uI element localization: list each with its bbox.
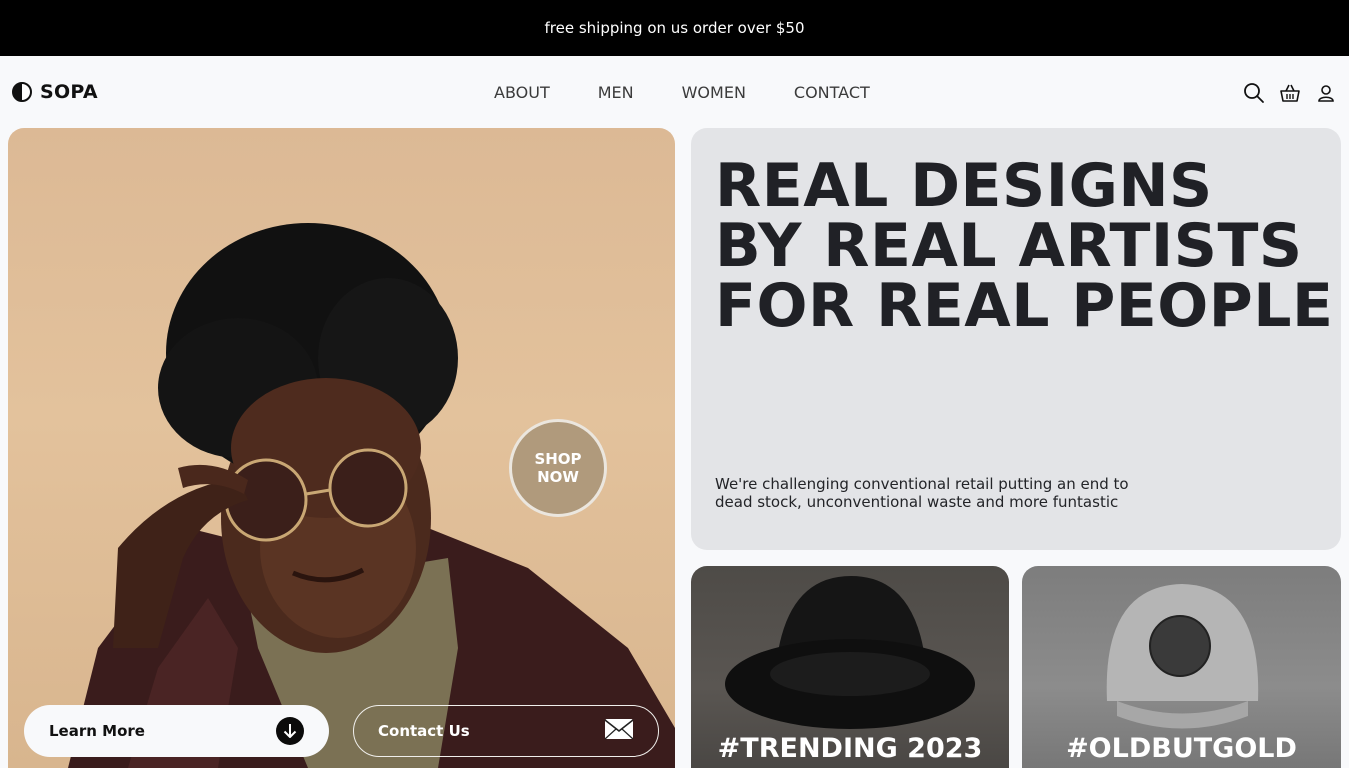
promo-panel: REAL DESIGNS BY REAL ARTISTS FOR REAL PE… bbox=[691, 128, 1341, 550]
contact-us-button[interactable]: Contact Us bbox=[353, 705, 659, 757]
brand-logo[interactable]: SOPA bbox=[12, 81, 98, 103]
main-navbar: SOPA ABOUT MEN WOMEN CONTACT bbox=[0, 56, 1349, 128]
announcement-text: free shipping on us order over $50 bbox=[544, 19, 805, 37]
headline-line-3: FOR REAL PEOPLE bbox=[715, 271, 1334, 341]
half-circle-logo-icon bbox=[12, 82, 32, 102]
card-label-oldbutgold: #OLDBUTGOLD bbox=[1066, 733, 1297, 764]
nav-link-about[interactable]: ABOUT bbox=[494, 83, 550, 102]
mail-icon bbox=[604, 718, 634, 744]
primary-menu: ABOUT MEN WOMEN CONTACT bbox=[494, 83, 870, 102]
search-icon[interactable] bbox=[1243, 82, 1265, 104]
headline-line-1: REAL DESIGNS bbox=[715, 151, 1213, 221]
card-label-trending: #TRENDING 2023 bbox=[717, 733, 983, 764]
nav-link-contact[interactable]: CONTACT bbox=[794, 83, 870, 102]
promo-subtext: We're challenging conventional retail pu… bbox=[715, 475, 1129, 511]
arrow-down-icon bbox=[276, 717, 304, 745]
basket-icon[interactable] bbox=[1279, 82, 1301, 104]
announcement-bar: free shipping on us order over $50 bbox=[0, 0, 1349, 56]
hero-headline: REAL DESIGNS BY REAL ARTISTS FOR REAL PE… bbox=[715, 156, 1334, 336]
learn-more-button[interactable]: Learn More bbox=[24, 705, 329, 757]
category-card-oldbutgold[interactable]: #OLDBUTGOLD bbox=[1022, 566, 1341, 768]
contact-us-label: Contact Us bbox=[378, 722, 470, 740]
shop-now-button[interactable]: SHOP NOW bbox=[509, 419, 607, 517]
brand-name: SOPA bbox=[40, 81, 98, 103]
headline-line-2: BY REAL ARTISTS bbox=[715, 211, 1303, 281]
user-icon[interactable] bbox=[1315, 82, 1337, 104]
nav-link-men[interactable]: MEN bbox=[598, 83, 634, 102]
nav-actions bbox=[1243, 82, 1337, 104]
learn-more-label: Learn More bbox=[49, 722, 145, 740]
nav-link-women[interactable]: WOMEN bbox=[682, 83, 746, 102]
category-card-trending[interactable]: #TRENDING 2023 bbox=[691, 566, 1009, 768]
